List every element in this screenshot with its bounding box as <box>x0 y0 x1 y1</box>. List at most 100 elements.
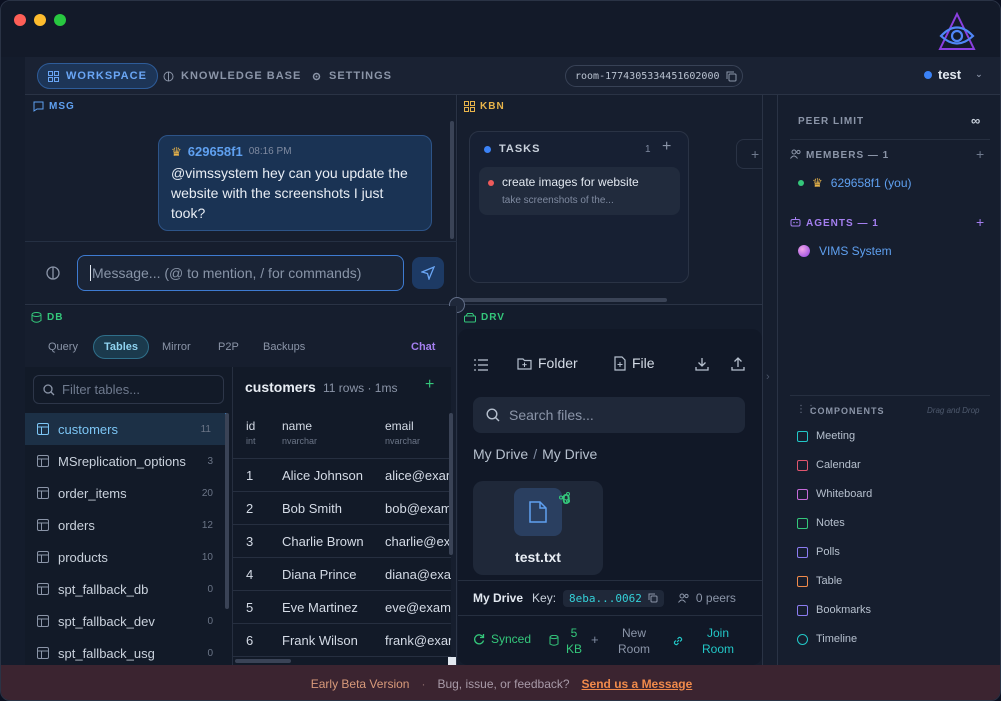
cell-email[interactable]: frank@exar <box>385 633 451 648</box>
tab-query[interactable]: Query <box>38 335 88 359</box>
breadcrumb-root[interactable]: My Drive <box>473 446 528 462</box>
cell-name[interactable]: Alice Johnson <box>282 468 385 483</box>
peer-limit-value[interactable]: ∞ <box>971 113 980 128</box>
member-item[interactable]: ♛ 629658f1 (you) <box>798 176 912 190</box>
clock-icon <box>797 633 808 645</box>
table-row[interactable]: 2 Bob Smith bob@exam <box>233 492 451 525</box>
component-item-polls[interactable]: Polls <box>797 546 840 558</box>
sidebar-table-item[interactable]: spt_fallback_dev 0 <box>25 605 227 637</box>
tab-tables[interactable]: Tables <box>93 335 150 359</box>
search-files-input[interactable]: Search files... <box>473 397 745 433</box>
sidebar-table-item[interactable]: spt_fallback_db 0 <box>25 573 227 605</box>
cell-name[interactable]: Frank Wilson <box>282 633 385 648</box>
send-message-link[interactable]: Send us a Message <box>582 677 693 691</box>
minimize-window-button[interactable] <box>34 14 46 26</box>
component-item-notes[interactable]: Notes <box>797 517 845 529</box>
cell-email[interactable]: eve@examp <box>385 600 451 615</box>
message-scrollbar[interactable] <box>450 121 454 239</box>
column-header-email[interactable]: email nvarchar <box>385 407 451 458</box>
cell-email[interactable]: diana@exar <box>385 567 451 582</box>
table-row[interactable]: 4 Diana Prince diana@exar <box>233 558 451 591</box>
component-item-whiteboard[interactable]: Whiteboard <box>797 488 872 500</box>
tab-backups[interactable]: Backups <box>253 335 315 359</box>
table-row[interactable]: 1 Alice Johnson alice@exan <box>233 459 451 492</box>
sidebar-table-item[interactable]: orders 12 <box>25 509 227 541</box>
video-icon <box>797 430 808 442</box>
copy-icon[interactable] <box>726 71 737 82</box>
add-member-button[interactable]: + <box>976 146 984 162</box>
add-agent-button[interactable]: + <box>976 214 984 230</box>
half-circle-icon[interactable] <box>45 265 61 281</box>
tab-workspace[interactable]: WORKSPACE <box>37 63 158 89</box>
new-file-button[interactable]: File <box>614 355 655 371</box>
chat-toggle-button[interactable]: Chat <box>401 335 445 359</box>
cell-name[interactable]: Bob Smith <box>282 501 385 516</box>
upload-icon[interactable] <box>731 357 745 371</box>
cell-id[interactable]: 3 <box>233 534 282 549</box>
tab-mirror[interactable]: Mirror <box>152 335 201 359</box>
agent-item[interactable]: VIMS System <box>798 244 892 258</box>
new-room-button[interactable]: New Room <box>618 625 650 657</box>
send-button[interactable] <box>412 257 444 289</box>
component-item-meeting[interactable]: Meeting <box>797 430 855 442</box>
download-icon[interactable] <box>695 357 709 371</box>
sidebar-table-item[interactable]: products 10 <box>25 541 227 573</box>
cell-id[interactable]: 5 <box>233 600 282 615</box>
add-row-button[interactable]: + <box>425 376 434 394</box>
sidebar-collapse-strip[interactable]: › <box>762 95 778 665</box>
room-id-badge[interactable]: room-1774305334451602000 <box>565 65 743 87</box>
task-card[interactable]: create images for website take screensho… <box>479 167 680 215</box>
cell-name[interactable]: Charlie Brown <box>282 534 385 549</box>
tab-settings[interactable]: SETTINGS <box>301 63 402 89</box>
sidebar-table-item[interactable]: customers 11 <box>25 413 227 445</box>
list-view-icon[interactable] <box>474 359 488 371</box>
cell-name[interactable]: Eve Martinez <box>282 600 385 615</box>
file-plus-icon <box>614 355 626 371</box>
cell-id[interactable]: 1 <box>233 468 282 483</box>
cell-email[interactable]: alice@exan <box>385 468 451 483</box>
cell-id[interactable]: 6 <box>233 633 282 648</box>
file-card[interactable]: 0 test.txt <box>473 481 603 575</box>
resize-corner-handle[interactable] <box>448 657 456 665</box>
tab-p2p[interactable]: P2P <box>208 335 249 359</box>
join-room-button[interactable]: Join Room <box>702 625 734 657</box>
column-header-name[interactable]: name nvarchar <box>282 407 385 458</box>
sidebar-table-item[interactable]: MSreplication_options 3 <box>25 445 227 477</box>
table-row[interactable]: 5 Eve Martinez eve@examp <box>233 591 451 624</box>
eye-logo-icon <box>938 11 976 50</box>
grid-horizontal-scrollbar[interactable] <box>235 659 291 663</box>
feedback-question: Bug, issue, or feedback? <box>437 676 570 691</box>
table-row[interactable]: 6 Frank Wilson frank@exar <box>233 624 451 657</box>
add-task-button[interactable]: + <box>662 138 671 156</box>
kanban-horizontal-scrollbar[interactable] <box>458 298 667 302</box>
message-author[interactable]: 629658f1 <box>188 144 243 159</box>
drag-and-drop-hint: Drag and Drop <box>927 406 980 415</box>
new-folder-button[interactable]: Folder <box>517 355 578 371</box>
grid-vertical-scrollbar[interactable] <box>449 413 453 555</box>
cell-id[interactable]: 4 <box>233 567 282 582</box>
table-list-scrollbar[interactable] <box>225 413 229 609</box>
cell-email[interactable]: charlie@ex <box>385 534 451 549</box>
tab-knowledge-base[interactable]: KNOWLEDGE BASE <box>153 63 311 89</box>
table-row[interactable]: 3 Charlie Brown charlie@ex <box>233 525 451 558</box>
close-window-button[interactable] <box>14 14 26 26</box>
drive-key-badge[interactable]: 8eba...0062 <box>563 589 664 607</box>
component-item-timeline[interactable]: Timeline <box>797 633 857 645</box>
filter-tables-input[interactable]: Filter tables... <box>33 375 224 404</box>
peer-count: 0 peers <box>695 591 736 605</box>
component-item-bookmarks[interactable]: Bookmarks <box>797 604 871 616</box>
cell-name[interactable]: Diana Prince <box>282 567 385 582</box>
add-column-button[interactable]: + <box>736 139 762 169</box>
user-menu[interactable]: test ⌄ <box>924 67 983 82</box>
copy-icon[interactable] <box>648 593 658 603</box>
cell-id[interactable]: 2 <box>233 501 282 516</box>
maximize-window-button[interactable] <box>54 14 66 26</box>
column-header-id[interactable]: id int <box>233 407 282 458</box>
component-item-table[interactable]: Table <box>797 575 842 587</box>
table-row-count: 12 <box>201 519 213 531</box>
db-header: DB <box>31 312 63 323</box>
component-item-calendar[interactable]: Calendar <box>797 459 861 471</box>
message-input[interactable]: Message... (@ to mention, / for commands… <box>77 255 404 291</box>
cell-email[interactable]: bob@exam <box>385 501 451 516</box>
sidebar-table-item[interactable]: order_items 20 <box>25 477 227 509</box>
